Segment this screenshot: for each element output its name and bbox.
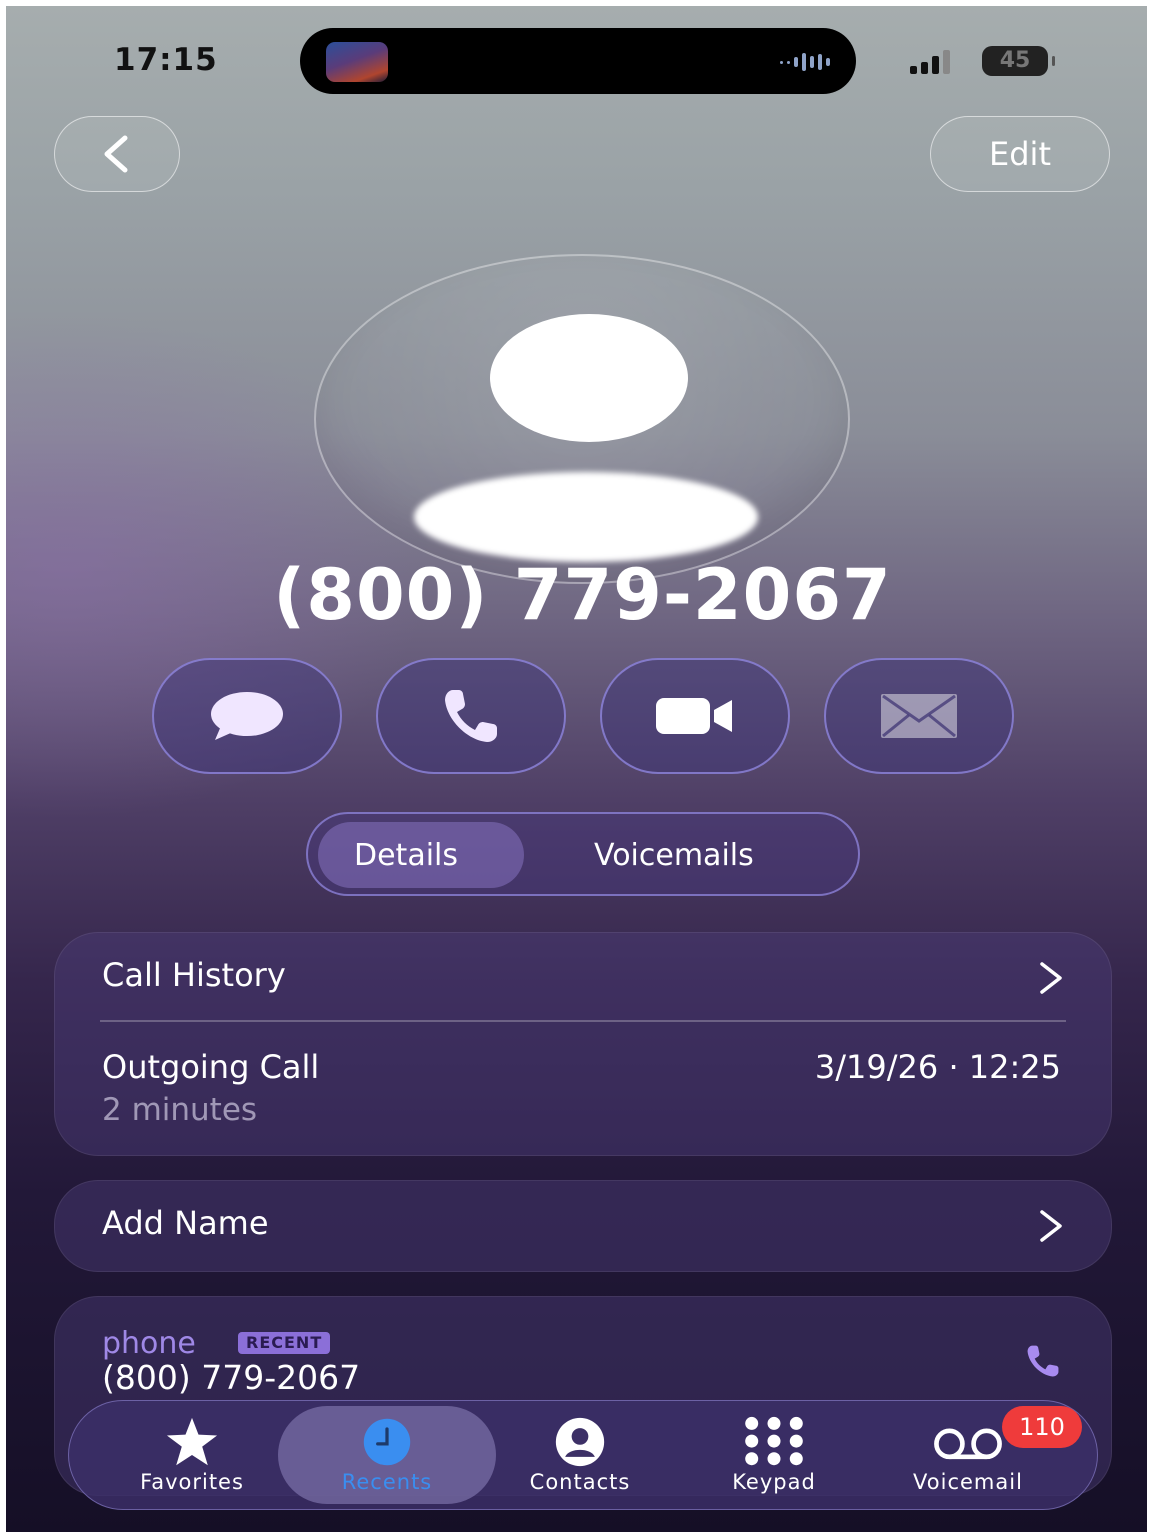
mail-icon bbox=[881, 694, 957, 738]
tab-label: Voicemail bbox=[913, 1470, 1023, 1494]
voicemail-icon bbox=[934, 1428, 1002, 1460]
call-button[interactable] bbox=[376, 658, 566, 774]
message-icon bbox=[211, 692, 283, 740]
cellular-signal-icon bbox=[910, 50, 950, 74]
voicemail-count-badge: 110 bbox=[1002, 1406, 1082, 1448]
tab-label: Keypad bbox=[732, 1470, 816, 1494]
call-timestamp: 3/19/26 · 12:25 bbox=[814, 1048, 1061, 1086]
person-icon bbox=[555, 1417, 605, 1467]
chevron-right-icon[interactable] bbox=[1036, 1208, 1066, 1244]
add-name-label[interactable]: Add Name bbox=[102, 1204, 269, 1242]
call-history-title[interactable]: Call History bbox=[102, 956, 286, 994]
tab-voicemails[interactable]: Voicemails bbox=[594, 838, 754, 873]
chevron-right-icon[interactable] bbox=[1036, 960, 1066, 996]
edit-button[interactable]: Edit bbox=[930, 116, 1110, 192]
clock-icon bbox=[363, 1418, 411, 1466]
call-duration: 2 minutes bbox=[102, 1092, 258, 1128]
keypad-icon bbox=[745, 1416, 803, 1466]
battery-cap bbox=[1052, 56, 1055, 66]
contact-number-title: (800) 779-2067 bbox=[273, 554, 892, 636]
video-icon bbox=[656, 698, 732, 734]
tab-label: Favorites bbox=[140, 1470, 244, 1494]
divider bbox=[100, 1020, 1066, 1022]
phone-icon bbox=[445, 690, 497, 742]
dynamic-island[interactable] bbox=[300, 28, 856, 94]
tab-label: Contacts bbox=[529, 1470, 631, 1494]
mail-button[interactable] bbox=[824, 658, 1014, 774]
recent-badge: RECENT bbox=[238, 1332, 331, 1354]
avatar-head bbox=[490, 314, 688, 442]
tab-details[interactable]: Details bbox=[354, 838, 458, 873]
phone-label: phone bbox=[102, 1326, 196, 1361]
phone-icon[interactable] bbox=[1024, 1342, 1062, 1380]
tab-label: Recents bbox=[341, 1470, 433, 1494]
chevron-left-icon bbox=[104, 135, 128, 173]
contact-avatar bbox=[314, 254, 850, 584]
avatar-body bbox=[414, 472, 758, 562]
phone-screen: 17:15 45 Edit (800) 779-2067 Details Voi… bbox=[6, 6, 1147, 1532]
back-button[interactable] bbox=[54, 116, 180, 192]
audio-wave-icon bbox=[780, 52, 830, 72]
battery-indicator: 45 bbox=[982, 46, 1048, 76]
details-voicemails-segment: Details Voicemails bbox=[306, 812, 860, 896]
now-playing-artwork bbox=[326, 42, 388, 82]
status-time: 17:15 bbox=[114, 42, 218, 78]
message-button[interactable] bbox=[152, 658, 342, 774]
star-icon bbox=[166, 1417, 218, 1466]
video-call-button[interactable] bbox=[600, 658, 790, 774]
phone-number-value[interactable]: (800) 779-2067 bbox=[102, 1358, 360, 1397]
call-type: Outgoing Call bbox=[102, 1048, 320, 1086]
